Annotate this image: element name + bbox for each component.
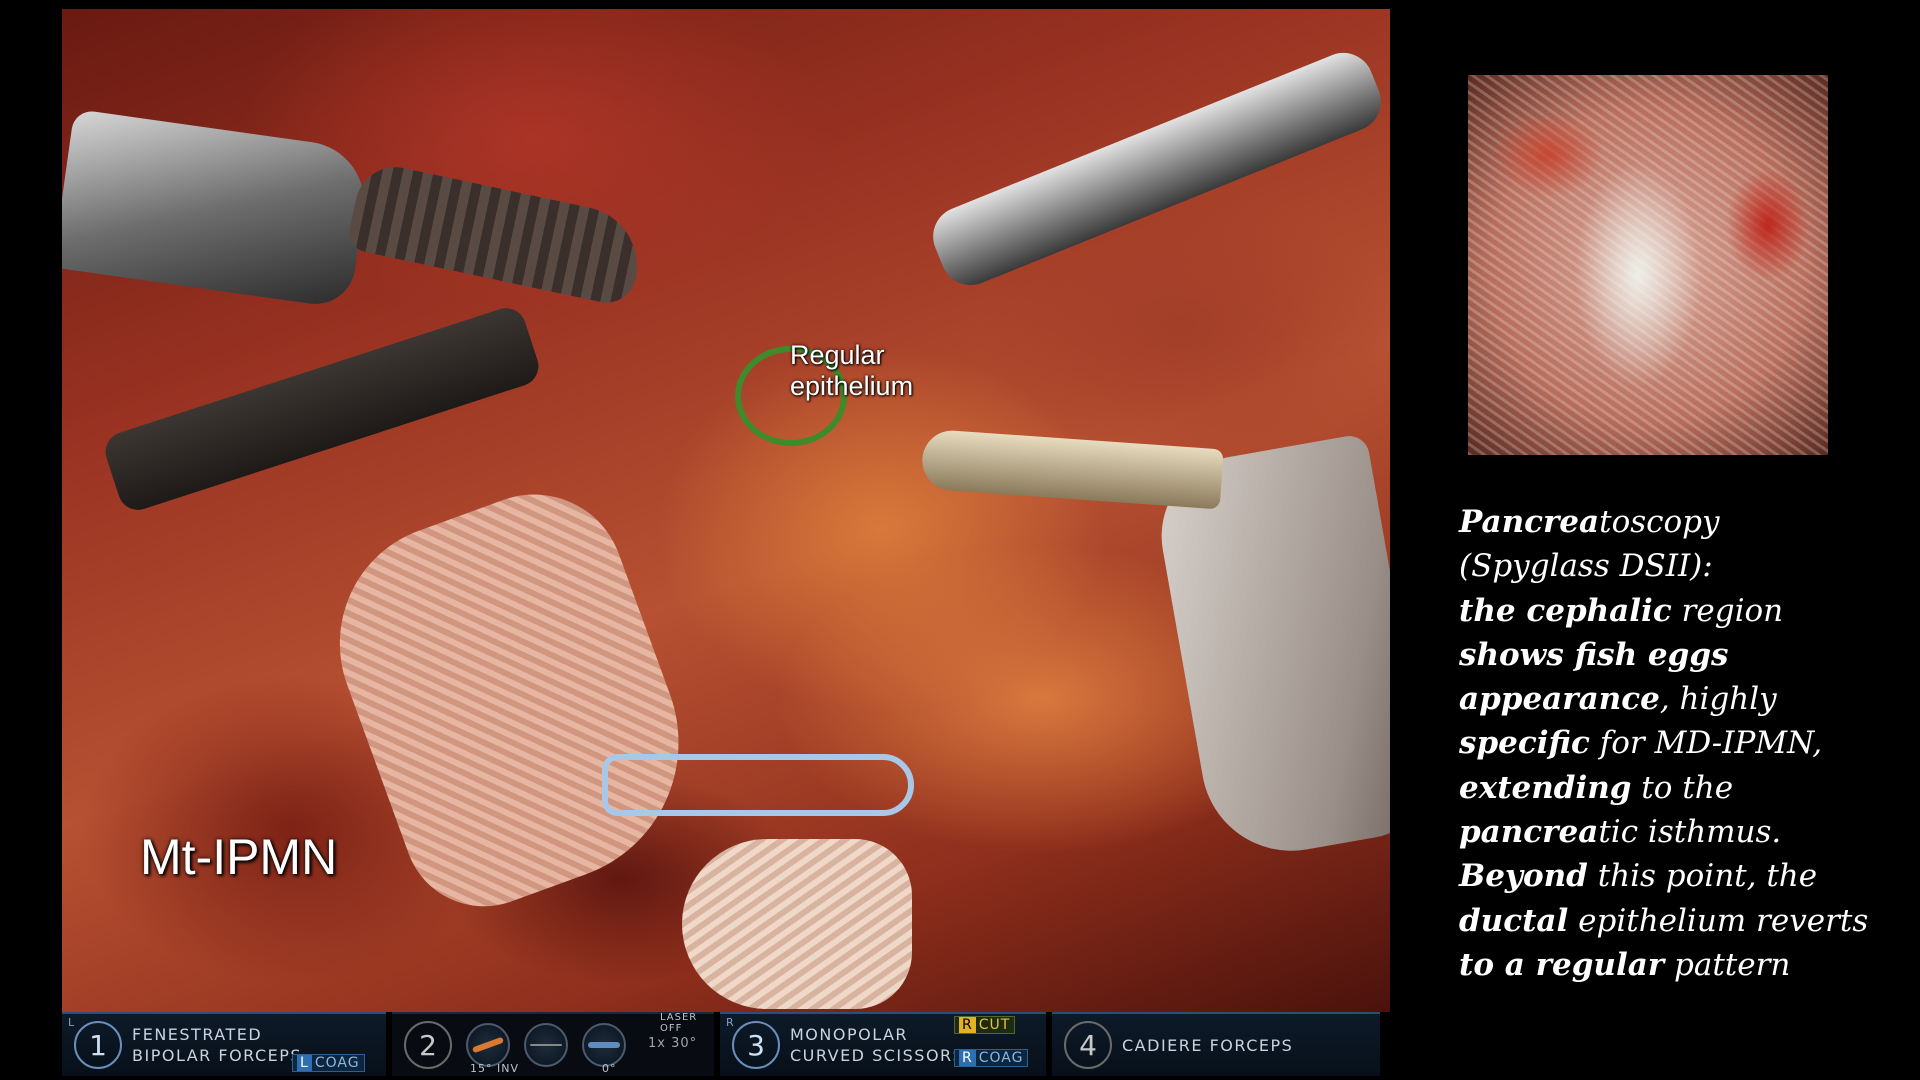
caption-line-7: extending to the <box>1459 766 1899 810</box>
mt-ipmn-label: Mt-IPMN <box>140 829 338 885</box>
arm-3-number: 3 <box>732 1021 780 1069</box>
zoom-angle-value: 1x 30° <box>648 1036 698 1051</box>
caption-line-1: Pancreatoscopy <box>1459 500 1899 544</box>
caption-line-6-rest: for MD-IPMN, <box>1589 725 1823 762</box>
caption-line-8: pancreatic isthmus. <box>1459 810 1899 854</box>
caption-line-7-bold: extending <box>1459 769 1632 806</box>
caption-line-9-bold: Beyond <box>1459 858 1588 895</box>
arm-1-side: L <box>68 1016 75 1029</box>
bipolar-forceps-jaw <box>62 108 372 310</box>
pancreatoscopy-inset-image <box>1468 75 1828 455</box>
regular-label-line1: Regular <box>790 340 885 370</box>
camera-panel: 2 15° INV 0° LASER OFF 1x 30° <box>392 1012 714 1076</box>
regular-label-line2: epithelium <box>790 371 914 401</box>
arm-1-coag-badge: L COAG <box>292 1054 365 1072</box>
caption-line-11: to a regular pattern <box>1459 943 1899 987</box>
laser-status: LASER OFF <box>660 1012 698 1034</box>
arm-4-instrument-name: CADIERE FORCEPS <box>1122 1035 1294 1055</box>
arm-3-cut-pedal: R <box>959 1017 976 1033</box>
arm-1-coag-label: COAG <box>314 1055 360 1071</box>
caption-line-5-bold: appearance <box>1459 681 1660 718</box>
blue-vessel-loop <box>602 754 914 816</box>
camera-controls <box>466 1023 626 1067</box>
arm-3-name-line2: CURVED SCISSORS <box>790 1046 965 1065</box>
arm-2-number: 2 <box>404 1021 452 1069</box>
caption-line-8-rest: tic isthmus. <box>1598 814 1782 851</box>
arm-1-instrument-name: FENESTRATED BIPOLAR FORCEPS <box>132 1024 302 1066</box>
surgical-gauze <box>306 469 718 929</box>
caption-line-6-bold: specific <box>1459 725 1590 762</box>
caption-line-1-rest: toscopy <box>1599 504 1720 540</box>
arm-3-instrument-name: MONOPOLAR CURVED SCISSORS <box>790 1024 964 1066</box>
caption-line-6: specific for MD-IPMN, <box>1459 721 1899 765</box>
lower-left-instrument <box>100 302 544 516</box>
arm-1-number: 1 <box>74 1021 122 1069</box>
caption-line-1-bold: Pancrea <box>1459 504 1600 540</box>
arm-3-cut-label: CUT <box>978 1017 1011 1033</box>
caption-line-5: appearance, highly <box>1459 677 1899 721</box>
arm-3-name-line1: MONOPOLAR <box>790 1025 909 1044</box>
arm-1-coag-pedal: L <box>297 1055 312 1071</box>
bipolar-forceps-blade <box>345 159 649 309</box>
caption-line-7-rest: to the <box>1631 769 1734 806</box>
caption-text: Pancreatoscopy (Spyglass DSII): the ceph… <box>1459 500 1899 987</box>
instrument-status-bar: L 1 FENESTRATED BIPOLAR FORCEPS L COAG 2 … <box>62 1012 1390 1076</box>
caption-line-10: ductal epithelium reverts <box>1459 899 1899 943</box>
caption-line-11-bold: to a regular <box>1459 946 1665 983</box>
camera-tilt-value: 15° INV <box>470 1062 519 1075</box>
arm-3-cut-badge: R CUT <box>954 1016 1016 1034</box>
arm-4-number: 4 <box>1064 1021 1112 1069</box>
arm-3-coag-pedal: R <box>959 1050 976 1066</box>
scope-icon <box>524 1023 568 1067</box>
arm-1-name-line1: FENESTRATED <box>132 1025 263 1044</box>
caption-line-10-bold: ductal <box>1459 902 1569 939</box>
horizon-level-icon <box>582 1023 626 1067</box>
arm-4-panel: 4 CADIERE FORCEPS <box>1052 1012 1380 1076</box>
regular-epithelium-label: Regular epithelium <box>790 340 913 402</box>
arm-3-panel: R 3 MONOPOLAR CURVED SCISSORS R CUT R COAG <box>720 1012 1046 1076</box>
cadiere-forceps <box>924 43 1390 295</box>
caption-line-5-rest: , highly <box>1659 681 1777 718</box>
curved-scissors-tip <box>920 428 1224 510</box>
caption-line-3: the cephalic region <box>1459 589 1899 633</box>
caption-line-8-bold: pancrea <box>1459 814 1599 851</box>
arm-3-coag-label: COAG <box>978 1050 1024 1066</box>
caption-line-9-rest: this point, the <box>1587 858 1818 895</box>
caption-line-11-rest: pattern <box>1664 946 1791 983</box>
caption-line-3-rest: region <box>1671 592 1784 629</box>
arm-1-panel: L 1 FENESTRATED BIPOLAR FORCEPS L COAG <box>62 1012 386 1076</box>
caption-line-4: shows fish eggs <box>1459 636 1729 673</box>
caption-line-10-rest: epithelium reverts <box>1568 902 1869 939</box>
arm-1-name-line2: BIPOLAR FORCEPS <box>132 1046 303 1065</box>
arm-3-coag-badge: R COAG <box>954 1049 1029 1067</box>
caption-line-3-bold: the cephalic <box>1459 592 1672 629</box>
horizon-level-value: 0° <box>602 1062 617 1075</box>
caption-line-9: Beyond this point, the <box>1459 854 1899 898</box>
surgical-gauze-lower <box>682 839 912 1009</box>
arm-3-side: R <box>726 1016 734 1029</box>
caption-line-2: (Spyglass DSII): <box>1459 548 1713 585</box>
camera-tilt-icon <box>466 1023 510 1067</box>
